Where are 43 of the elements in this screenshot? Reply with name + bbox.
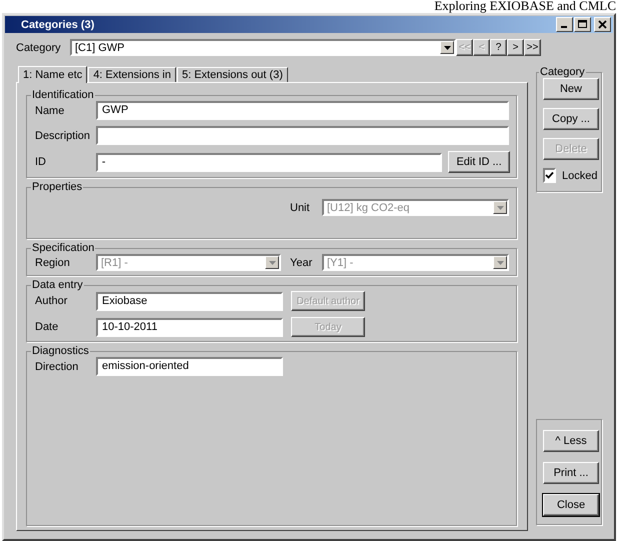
checkbox-label: Locked <box>562 170 598 182</box>
field-label: Unit <box>290 202 311 214</box>
group-title: Properties <box>31 181 84 193</box>
navigation-button[interactable]: > <box>507 39 524 56</box>
field-label: Description <box>35 130 92 142</box>
field-label: Author <box>35 295 68 307</box>
author-field[interactable]: Exiobase <box>96 292 283 310</box>
group-title: Data entry <box>31 279 84 291</box>
field-label: Region <box>35 256 71 268</box>
close-icon[interactable] <box>594 17 611 32</box>
field-label: Direction <box>35 360 80 372</box>
field-label: Date <box>35 321 60 333</box>
dialog-button[interactable]: Print ... <box>543 462 599 484</box>
description-field[interactable] <box>96 126 509 145</box>
maximize-icon[interactable] <box>574 17 591 32</box>
field-label: ID <box>35 156 47 168</box>
date-field[interactable]: 10-10-2011 <box>96 318 283 336</box>
group-title: Category <box>539 66 586 78</box>
page-header: Exploring EXIOBASE and CMLC <box>433 0 617 12</box>
field-label: Year <box>290 256 314 268</box>
direction-field[interactable]: emission-oriented <box>96 357 283 376</box>
category-label: Category <box>16 42 62 54</box>
locked-checkbox[interactable] <box>543 168 556 183</box>
field-label: Name <box>35 104 66 116</box>
window-title: Categories (3) <box>21 18 94 30</box>
navigation-button[interactable]: >> <box>524 39 541 56</box>
tab[interactable]: 4: Extensions in <box>88 67 176 82</box>
group-title: Identification <box>31 89 95 101</box>
group-title: Specification <box>31 242 96 254</box>
category-action-button[interactable]: Copy ... <box>543 108 599 130</box>
dropdown-arrow-icon[interactable] <box>444 46 450 50</box>
dialog-button[interactable]: ^ Less <box>543 430 599 452</box>
edit-id-button[interactable]: Edit ID ... <box>448 151 510 173</box>
minimize-icon[interactable] <box>556 17 573 32</box>
tab[interactable]: 5: Extensions out (3) <box>176 67 288 82</box>
category-action-button[interactable]: New <box>543 78 599 100</box>
category-dropdown[interactable]: [C1] GWP <box>70 39 456 56</box>
group-title: Diagnostics <box>31 345 90 357</box>
navigation-button[interactable]: ? <box>490 39 507 56</box>
name-field[interactable]: GWP <box>96 101 509 120</box>
id-field[interactable]: - <box>96 152 442 172</box>
tab[interactable]: 1: Name etc <box>18 66 88 83</box>
dialog-button[interactable]: Close <box>543 494 599 516</box>
